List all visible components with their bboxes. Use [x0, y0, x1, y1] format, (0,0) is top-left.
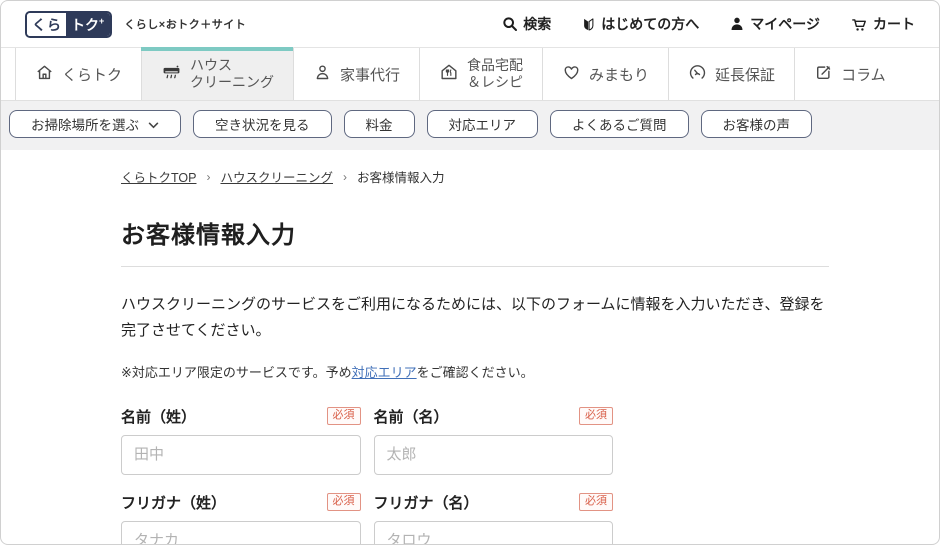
customer-info-form: 名前（姓） 必須 名前（名） 必須 フリガナ（姓）	[121, 406, 613, 545]
required-badge: 必須	[327, 407, 361, 425]
first-name-label: 名前（名）	[374, 406, 449, 427]
home-icon	[35, 63, 54, 86]
nav-label: みまもり	[589, 64, 649, 85]
first-name-kana-input[interactable]	[374, 521, 614, 545]
first-name-kana-label: フリガナ（名）	[374, 492, 479, 513]
nav-label: くらトク	[62, 64, 122, 85]
site-logo[interactable]: くら トク+	[25, 11, 112, 38]
last-name-input[interactable]	[121, 435, 361, 475]
beginner-mark-icon	[581, 16, 596, 33]
last-name-label: 名前（姓）	[121, 406, 196, 427]
nav-item-extended-warranty[interactable]: 延長保証	[668, 48, 794, 100]
service-area-note: ※対応エリア限定のサービスです。予め対応エリアをご確認ください。	[121, 362, 829, 381]
search-link[interactable]: 検索	[502, 14, 551, 34]
service-area-button[interactable]: 対応エリア	[427, 110, 539, 138]
availability-button[interactable]: 空き状況を見る	[193, 110, 332, 138]
logo-plus: +	[99, 17, 104, 26]
house-food-icon	[439, 62, 459, 86]
choose-cleaning-area-button[interactable]: お掃除場所を選ぶ	[9, 110, 181, 138]
customer-voice-button[interactable]: お客様の声	[701, 110, 813, 138]
first-name-input[interactable]	[374, 435, 614, 475]
last-name-kana-label: フリガナ（姓）	[121, 492, 226, 513]
last-name-kana-input[interactable]	[121, 521, 361, 545]
cart-label: カート	[873, 14, 915, 34]
last-name-kana-field-group: フリガナ（姓） 必須	[121, 492, 361, 545]
logo-right-text: トク+	[66, 13, 110, 36]
logo-left-text: くら	[27, 13, 66, 36]
cart-icon	[850, 16, 868, 33]
intro-text: ハウスクリーニングのサービスをご利用になるためには、以下のフォームに情報を入力い…	[121, 292, 829, 345]
service-area-link[interactable]: 対応エリア	[352, 365, 417, 380]
heart-icon	[562, 63, 581, 86]
breadcrumb-separator: ›	[343, 170, 347, 184]
pen-square-icon	[814, 63, 833, 86]
nav-label: ハウス クリーニング	[190, 57, 274, 90]
breadcrumb-current: お客様情報入力	[357, 167, 445, 186]
required-badge: 必須	[579, 493, 613, 511]
site-tagline: くらし×おトク＋サイト	[124, 16, 246, 32]
search-label: 検索	[523, 14, 551, 34]
required-badge: 必須	[327, 493, 361, 511]
first-name-kana-field-group: フリガナ（名） 必須	[374, 492, 614, 545]
nav-item-column[interactable]: コラム	[794, 48, 905, 100]
furigana-row: フリガナ（姓） 必須 フリガナ（名） 必須	[121, 492, 613, 545]
nav-label: 食品宅配 ＆レシピ	[467, 57, 523, 90]
price-button[interactable]: 料金	[344, 110, 415, 138]
first-name-field-group: 名前（名） 必須	[374, 406, 614, 475]
user-icon	[729, 16, 745, 32]
page: くら トク+ くらし×おトク＋サイト 検索 はじめての方へ マイペ	[0, 0, 940, 545]
sub-nav: お掃除場所を選ぶ 空き状況を見る 料金 対応エリア よくあるご質問 お客様の声	[1, 101, 939, 150]
person-icon	[313, 63, 332, 86]
name-row: 名前（姓） 必須 名前（名） 必須	[121, 406, 613, 475]
mypage-label: マイページ	[750, 14, 820, 34]
gauge-icon	[688, 63, 707, 86]
main-content: くらトクTOP › ハウスクリーニング › お客様情報入力 お客様情報入力 ハウ…	[121, 150, 829, 545]
page-title: お客様情報入力	[121, 215, 829, 267]
last-name-field-group: 名前（姓） 必須	[121, 406, 361, 475]
mypage-link[interactable]: マイページ	[729, 14, 820, 34]
cart-link[interactable]: カート	[850, 14, 915, 34]
nav-label: 家事代行	[340, 64, 400, 85]
nav-label: 延長保証	[715, 64, 775, 85]
main-nav: くらトク ハウス クリーニング 家事代行 食品宅配 ＆レシピ	[1, 47, 939, 101]
breadcrumb-separator: ›	[206, 170, 210, 184]
faq-button[interactable]: よくあるご質問	[550, 110, 689, 138]
nav-item-housekeeping[interactable]: 家事代行	[293, 48, 419, 100]
nav-label: コラム	[841, 64, 886, 85]
breadcrumb: くらトクTOP › ハウスクリーニング › お客様情報入力	[121, 150, 829, 186]
nav-item-house-cleaning[interactable]: ハウス クリーニング	[141, 48, 293, 100]
utility-nav: 検索 はじめての方へ マイページ カート	[502, 14, 915, 34]
breadcrumb-link-top[interactable]: くらトクTOP	[121, 167, 196, 186]
first-time-label: はじめての方へ	[601, 14, 699, 34]
header: くら トク+ くらし×おトク＋サイト 検索 はじめての方へ マイペ	[1, 1, 939, 47]
search-icon	[502, 16, 518, 32]
chevron-down-icon	[148, 117, 159, 132]
nav-item-kuratoku[interactable]: くらトク	[15, 48, 141, 100]
nav-item-food-delivery[interactable]: 食品宅配 ＆レシピ	[419, 48, 542, 100]
air-conditioner-icon	[161, 62, 182, 86]
nav-item-mimamori[interactable]: みまもり	[542, 48, 668, 100]
first-time-link[interactable]: はじめての方へ	[581, 14, 699, 34]
breadcrumb-link-house-cleaning[interactable]: ハウスクリーニング	[220, 167, 333, 186]
required-badge: 必須	[579, 407, 613, 425]
